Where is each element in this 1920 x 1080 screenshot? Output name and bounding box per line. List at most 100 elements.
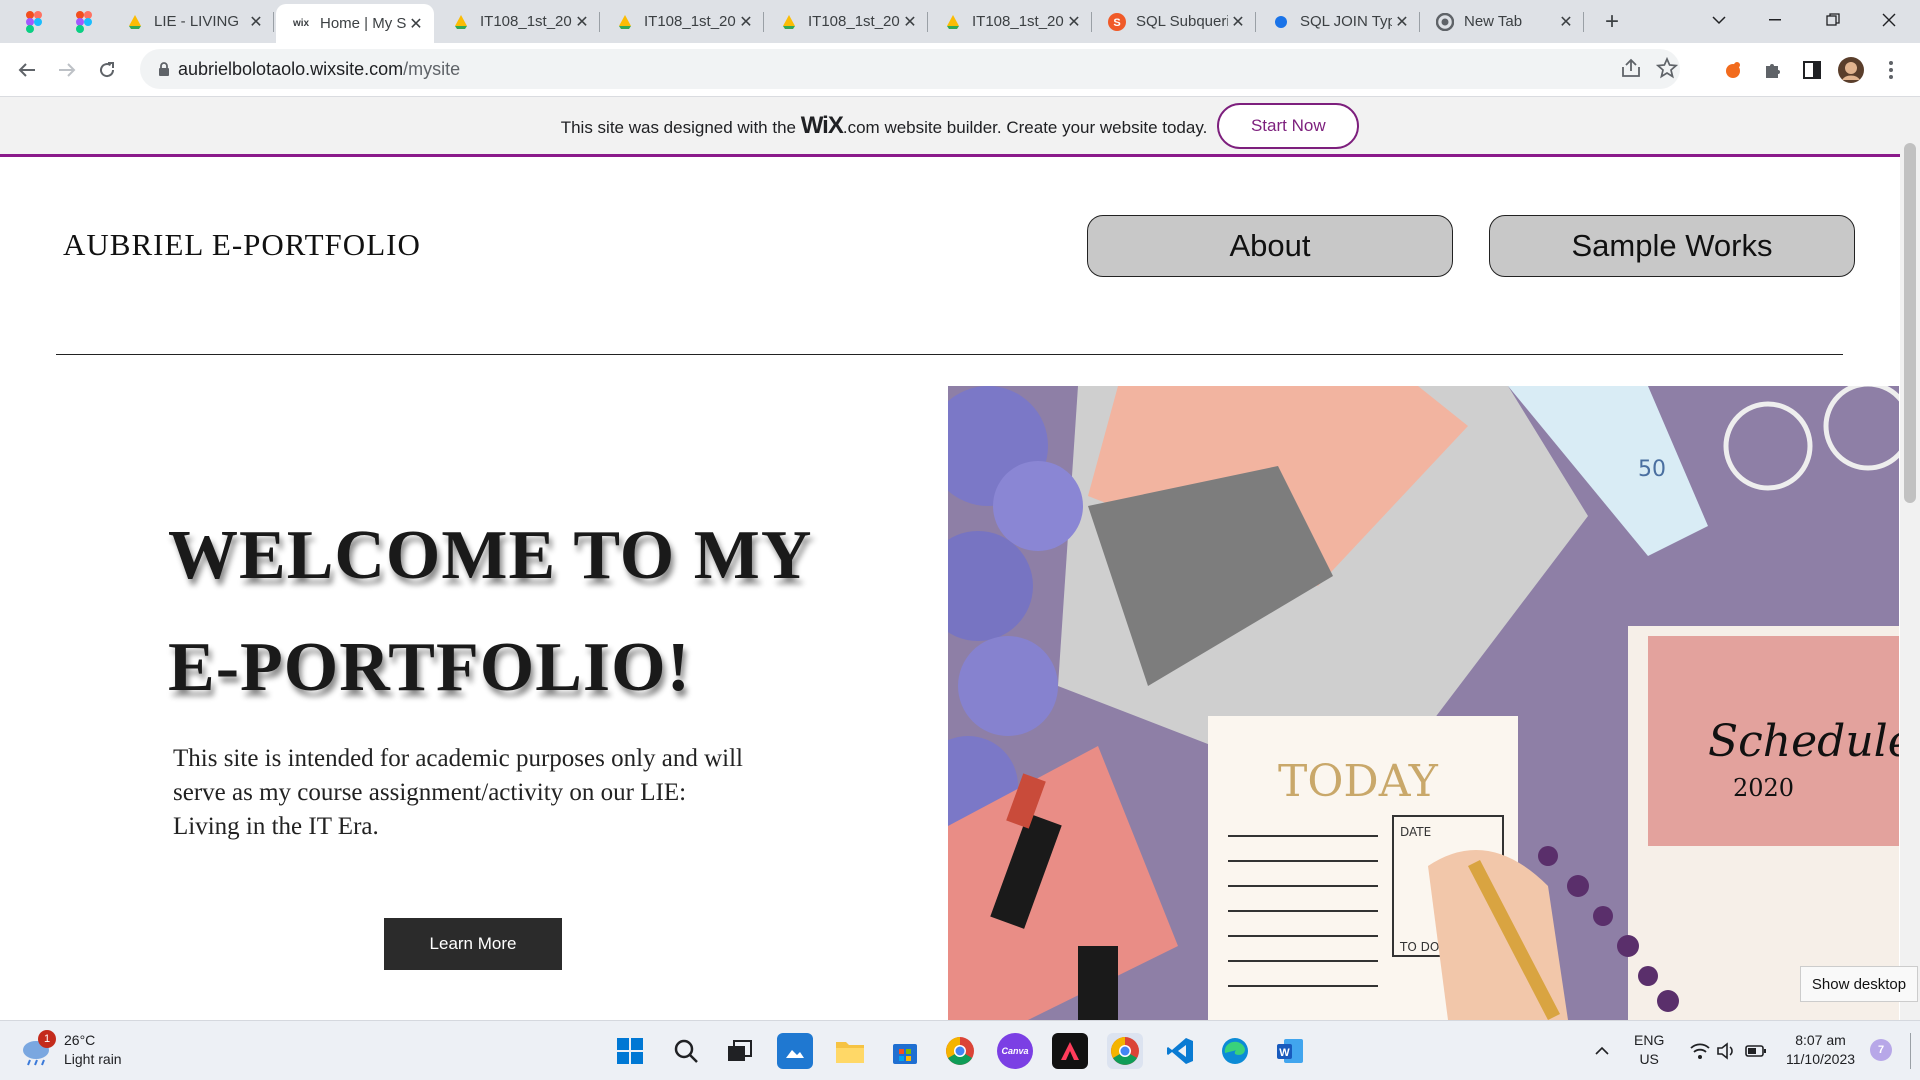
svg-text:S: S: [1113, 17, 1120, 29]
page-scrollbar[interactable]: [1900, 97, 1920, 1020]
figma-icon: [76, 10, 92, 33]
tray-chevron-up-icon[interactable]: [1584, 1033, 1620, 1069]
tab-title: IT108_1st_2023: [480, 13, 572, 30]
search-icon[interactable]: [668, 1033, 704, 1069]
file-explorer-icon[interactable]: [832, 1033, 868, 1069]
canva-icon[interactable]: Canva: [997, 1033, 1033, 1069]
tab-it108-1[interactable]: IT108_1st_2023 ✕: [436, 0, 600, 43]
minimize-button[interactable]: [1746, 0, 1804, 40]
close-tab-icon[interactable]: ✕: [572, 12, 592, 32]
hero-title-line2: E-PORTFOLIO!: [168, 629, 691, 706]
show-desktop-tooltip: Show desktop: [1800, 966, 1918, 1002]
notification-count-badge[interactable]: 7: [1870, 1039, 1892, 1061]
battery-icon[interactable]: [1738, 1033, 1774, 1069]
extensions-puzzle-icon[interactable]: [1758, 55, 1788, 85]
chrome-active-icon[interactable]: [1107, 1033, 1143, 1069]
tab-new-tab[interactable]: New Tab ✕: [1420, 0, 1584, 43]
hero-title-line1: WELCOME TO MY: [168, 517, 813, 594]
tab-title: IT108_1st_2023: [972, 13, 1064, 30]
minimize-icon: [1769, 19, 1781, 21]
share-icon[interactable]: [1620, 57, 1642, 84]
url-path: /mysite: [403, 59, 461, 79]
pinned-tab-figma[interactable]: [12, 0, 56, 43]
weather-text: 26°C Light rain: [64, 1031, 122, 1069]
vscode-icon[interactable]: [1162, 1033, 1198, 1069]
task-view-icon[interactable]: [722, 1033, 758, 1069]
clock[interactable]: 8:07 am 11/10/2023: [1786, 1031, 1855, 1069]
drive-icon: [944, 13, 962, 31]
clock-time: 8:07 am: [1795, 1032, 1846, 1048]
reload-button[interactable]: [92, 55, 122, 85]
site-page: AUBRIEL E-PORTFOLIO About Sample Works W…: [0, 160, 1900, 1020]
show-desktop-button[interactable]: [1910, 1033, 1911, 1069]
bookmark-star-icon[interactable]: [1655, 56, 1679, 84]
close-tab-icon[interactable]: ✕: [406, 14, 426, 34]
close-tab-icon[interactable]: ✕: [246, 12, 266, 32]
tab-title: SQL Subqueries: [1136, 13, 1228, 30]
region-code: US: [1639, 1051, 1659, 1067]
tab-home-my-site[interactable]: wix Home | My Site ✕: [276, 4, 434, 43]
lock-icon[interactable]: [154, 59, 174, 79]
restore-button[interactable]: [1804, 0, 1862, 40]
tab-separator: [273, 12, 274, 32]
canva-wordmark: Canva: [1001, 1046, 1029, 1056]
language-indicator[interactable]: ENG US: [1634, 1031, 1664, 1069]
tab-sql-subqueries[interactable]: S SQL Subqueries ✕: [1092, 0, 1256, 43]
forward-button[interactable]: [52, 55, 82, 85]
profile-avatar[interactable]: [1836, 55, 1866, 85]
close-tab-icon[interactable]: ✕: [1228, 12, 1248, 32]
nav-sample-works-button[interactable]: Sample Works: [1489, 215, 1855, 277]
tab-it108-2[interactable]: IT108_1st_2023 ✕: [600, 0, 764, 43]
wix-icon: wix: [292, 18, 310, 29]
reload-icon: [100, 62, 115, 78]
drive-icon: [616, 13, 634, 31]
weather-rain-icon: 1: [20, 1030, 56, 1066]
microsoft-store-icon[interactable]: [887, 1033, 923, 1069]
photos-app-icon[interactable]: [777, 1033, 813, 1069]
hero-title: WELCOME TO MY E-PORTFOLIO!: [168, 500, 812, 724]
wix-message-com: .com: [842, 117, 880, 137]
scrollbar-thumb[interactable]: [1904, 143, 1916, 503]
windows-start-icon[interactable]: [612, 1033, 648, 1069]
nav-about-button[interactable]: About: [1087, 215, 1453, 277]
chrome-icon: [1436, 12, 1454, 31]
tab-lie-living[interactable]: LIE - LIVING ✕: [110, 0, 274, 43]
language-code: ENG: [1634, 1032, 1665, 1048]
start-now-button[interactable]: Start Now: [1217, 102, 1360, 149]
todo-label: TO DO: [1399, 940, 1439, 954]
chrome-profile-icon[interactable]: [942, 1033, 978, 1069]
extension-orange-icon[interactable]: [1718, 55, 1748, 85]
close-tab-icon[interactable]: ✕: [900, 12, 920, 32]
learn-more-button[interactable]: Learn More: [384, 918, 562, 970]
close-tab-icon[interactable]: ✕: [1392, 12, 1412, 32]
sql-join-icon: [1272, 13, 1290, 31]
adobe-app-icon[interactable]: [1052, 1033, 1088, 1069]
back-button[interactable]: [12, 55, 42, 85]
close-tab-icon[interactable]: ✕: [736, 12, 756, 32]
browser-menu-icon[interactable]: [1876, 55, 1906, 85]
weather-badge: 1: [38, 1030, 56, 1048]
flower-shape: [993, 461, 1083, 551]
word-icon[interactable]: W: [1272, 1033, 1308, 1069]
arrow-right-icon: [59, 63, 76, 77]
wix-message-pre: This site was designed with the: [560, 117, 796, 137]
close-tab-icon[interactable]: ✕: [1556, 12, 1576, 32]
pinned-tab-figma-2[interactable]: [62, 0, 106, 43]
side-panel-icon[interactable]: [1797, 55, 1827, 85]
tab-title: Home | My Site: [320, 15, 406, 32]
new-tab-button[interactable]: +: [1598, 8, 1626, 36]
edge-icon[interactable]: [1217, 1033, 1253, 1069]
site-brand[interactable]: AUBRIEL E-PORTFOLIO: [63, 227, 421, 263]
close-window-button[interactable]: [1860, 0, 1918, 40]
close-tab-icon[interactable]: ✕: [1064, 12, 1084, 32]
tab-search-button[interactable]: [1690, 0, 1748, 40]
tab-sql-join-types[interactable]: SQL JOIN Types ✕: [1256, 0, 1420, 43]
tab-it108-4[interactable]: IT108_1st_2023 ✕: [928, 0, 1092, 43]
sunscreen-label: 50: [1638, 457, 1666, 482]
url-text: aubrielbolotaolo.wixsite.com/mysite: [178, 59, 460, 80]
drive-icon: [452, 13, 470, 31]
schedule-label: Schedule: [1708, 716, 1899, 767]
weather-widget[interactable]: 1 26°C Light rain: [20, 1030, 122, 1069]
address-bar[interactable]: aubrielbolotaolo.wixsite.com/mysite: [140, 49, 1680, 89]
tab-it108-3[interactable]: IT108_1st_2023 ✕: [764, 0, 928, 43]
